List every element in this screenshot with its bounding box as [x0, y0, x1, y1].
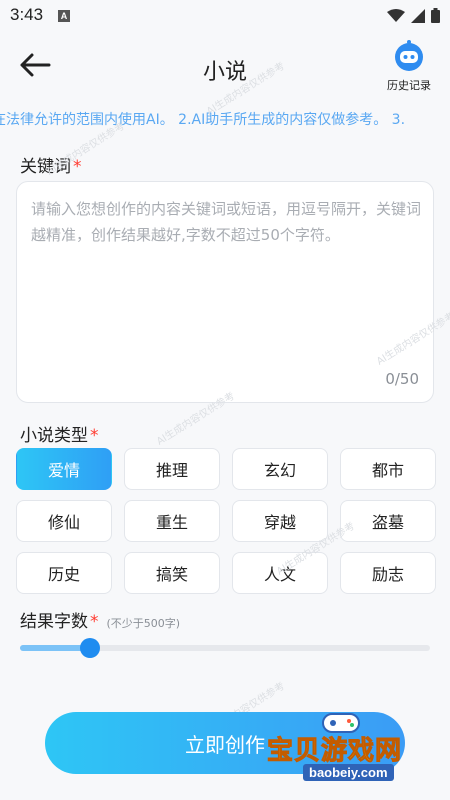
slider-thumb[interactable] — [79, 638, 100, 658]
word-count-slider[interactable] — [20, 638, 430, 658]
genre-chip[interactable]: 玄幻 — [232, 448, 328, 490]
genre-chip[interactable]: 爱情 — [16, 448, 112, 490]
history-label: 历史记录 — [387, 79, 431, 92]
genre-chip[interactable]: 历史 — [16, 552, 112, 594]
word-count-label-text: 结果字数 — [20, 612, 88, 632]
genre-label: 小说类型 * — [20, 421, 99, 446]
site-logo: 宝贝游戏网 baobeiy.com — [266, 708, 442, 792]
genre-chip[interactable]: 盗墓 — [340, 500, 436, 542]
robot-icon — [395, 40, 423, 71]
word-count-label: 结果字数 * (不少于500字) — [20, 607, 180, 632]
required-mark: * — [90, 426, 99, 446]
genre-grid: 爱情 推理 玄幻 都市 修仙 重生 穿越 盗墓 历史 搞笑 人文 励志 — [16, 448, 436, 594]
notification-icon: A — [58, 10, 70, 22]
genre-chip[interactable]: 励志 — [340, 552, 436, 594]
logo-url: baobeiy.com — [303, 764, 394, 781]
status-time: 3:43 — [10, 5, 44, 24]
genre-chip[interactable]: 重生 — [124, 500, 220, 542]
genre-chip[interactable]: 搞笑 — [124, 552, 220, 594]
word-count-note: (不少于500字) — [106, 617, 181, 630]
keyword-input[interactable] — [31, 196, 423, 356]
genre-label-text: 小说类型 — [20, 426, 88, 446]
genre-chip[interactable]: 穿越 — [232, 500, 328, 542]
notice-text: 在法律允许的范围内使用AI。 2.AI助手所生成的内容仅做参考。 3. — [0, 112, 406, 128]
signal-icon — [411, 8, 425, 23]
wifi-icon — [387, 8, 405, 22]
battery-icon — [431, 8, 440, 23]
nav-bar: 小说 历史记录 — [0, 32, 450, 98]
char-counter: 0/50 — [385, 370, 419, 388]
status-bar: 3:43 A — [0, 0, 450, 32]
history-button[interactable]: 历史记录 — [382, 40, 436, 93]
genre-chip[interactable]: 修仙 — [16, 500, 112, 542]
genre-chip[interactable]: 都市 — [340, 448, 436, 490]
required-mark: * — [90, 612, 99, 632]
status-icons — [387, 8, 440, 23]
genre-chip[interactable]: 推理 — [124, 448, 220, 490]
keyword-box: 0/50 — [16, 181, 434, 403]
logo-title: 宝贝游戏网 — [266, 736, 403, 767]
